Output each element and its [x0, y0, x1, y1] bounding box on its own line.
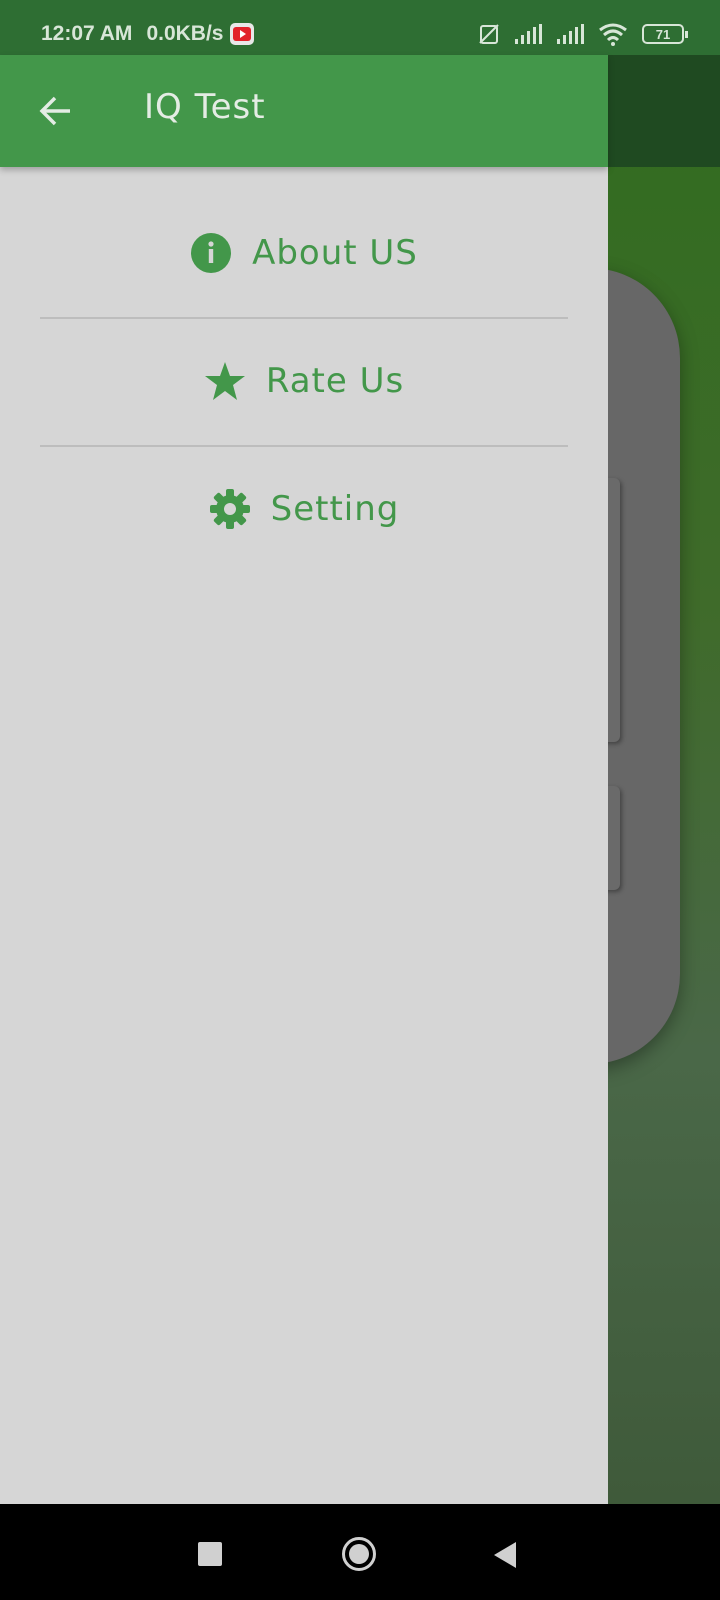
- wifi-icon: [599, 23, 627, 46]
- menu-item-about-us[interactable]: About US: [0, 189, 608, 317]
- signal-icon: [515, 24, 542, 44]
- navigation-drawer: IQ Test About US Rate Us Setting: [0, 55, 608, 1504]
- drawer-header: IQ Test: [0, 55, 608, 167]
- no-sim-icon: [479, 24, 499, 44]
- status-time: 12:07 AM: [41, 22, 133, 45]
- network-speed: 0.0KB/s: [146, 22, 224, 45]
- battery-level: 71: [655, 26, 671, 42]
- menu-item-setting[interactable]: Setting: [0, 445, 608, 573]
- menu-item-label: Setting: [270, 489, 400, 529]
- signal-icon: [557, 24, 584, 44]
- star-icon: [204, 362, 245, 400]
- status-bar: 12:07 AM 0.0KB/s 71: [0, 0, 720, 55]
- gear-icon: [209, 489, 250, 529]
- youtube-notification-icon: [230, 23, 255, 45]
- recent-apps-button[interactable]: [198, 1542, 222, 1566]
- menu-item-label: Rate Us: [265, 361, 405, 401]
- drawer-title: IQ Test: [144, 87, 266, 127]
- menu-item-label: About US: [252, 233, 418, 273]
- system-nav-bar: [0, 1504, 720, 1600]
- menu-item-rate-us[interactable]: Rate Us: [0, 317, 608, 445]
- battery-icon: 71: [642, 24, 688, 44]
- arrow-back-icon[interactable]: [36, 91, 76, 131]
- back-button[interactable]: [494, 1542, 516, 1568]
- info-icon: [191, 233, 232, 273]
- home-button[interactable]: [342, 1537, 376, 1571]
